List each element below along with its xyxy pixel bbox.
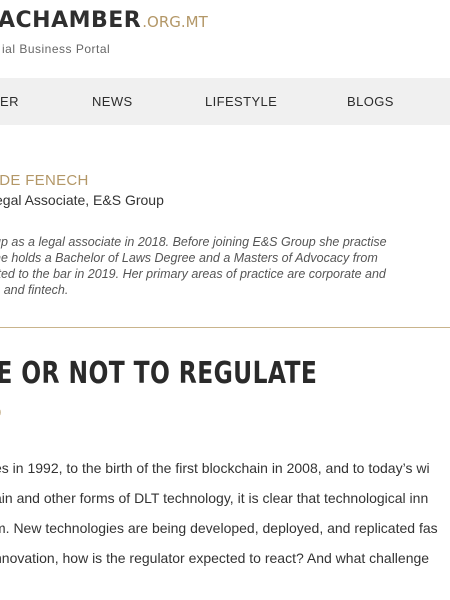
article-body: es in 1992, to the birth of the first bl… (0, 459, 450, 579)
bio-line: tted to the bar in 2019. Her primary are… (0, 267, 386, 281)
author-bio: up as a legal associate in 2018. Before … (0, 234, 450, 298)
body-line: es in 1992, to the birth of the first bl… (0, 460, 430, 476)
body-line: ain and other forms of DLT technology, i… (0, 490, 429, 506)
bio-line: s and fintech. (0, 283, 69, 297)
site-logo[interactable]: ACHAMBER.ORG.MT (0, 8, 208, 33)
nav-item-lifestyle[interactable]: LIFESTYLE (205, 94, 277, 109)
logo-domain-text: .ORG.MT (142, 13, 208, 31)
article-date: 9 (0, 405, 1, 420)
author-role: egal Associate, E&S Group (0, 192, 164, 208)
main-nav: ER NEWS LIFESTYLE BLOGS (0, 78, 450, 125)
section-divider (0, 327, 450, 328)
article-title: TE OR NOT TO REGULATE (0, 356, 318, 391)
body-line: m. New technologies are being developed,… (0, 520, 438, 536)
nav-item-blogs[interactable]: BLOGS (347, 94, 394, 109)
bio-line: up as a legal associate in 2018. Before … (0, 235, 387, 249)
nav-item-partial[interactable]: ER (0, 94, 19, 109)
page: ACHAMBER.ORG.MT ial Business Portal ER N… (0, 0, 450, 600)
author-name[interactable]: ADE FENECH (0, 172, 89, 189)
logo-main-text: ACHAMBER (0, 8, 142, 33)
bio-line: he holds a Bachelor of Laws Degree and a… (0, 251, 378, 265)
nav-item-news[interactable]: NEWS (92, 94, 133, 109)
body-line: nnovation, how is the regulator expected… (0, 550, 430, 566)
logo-tagline: ial Business Portal (2, 42, 111, 56)
